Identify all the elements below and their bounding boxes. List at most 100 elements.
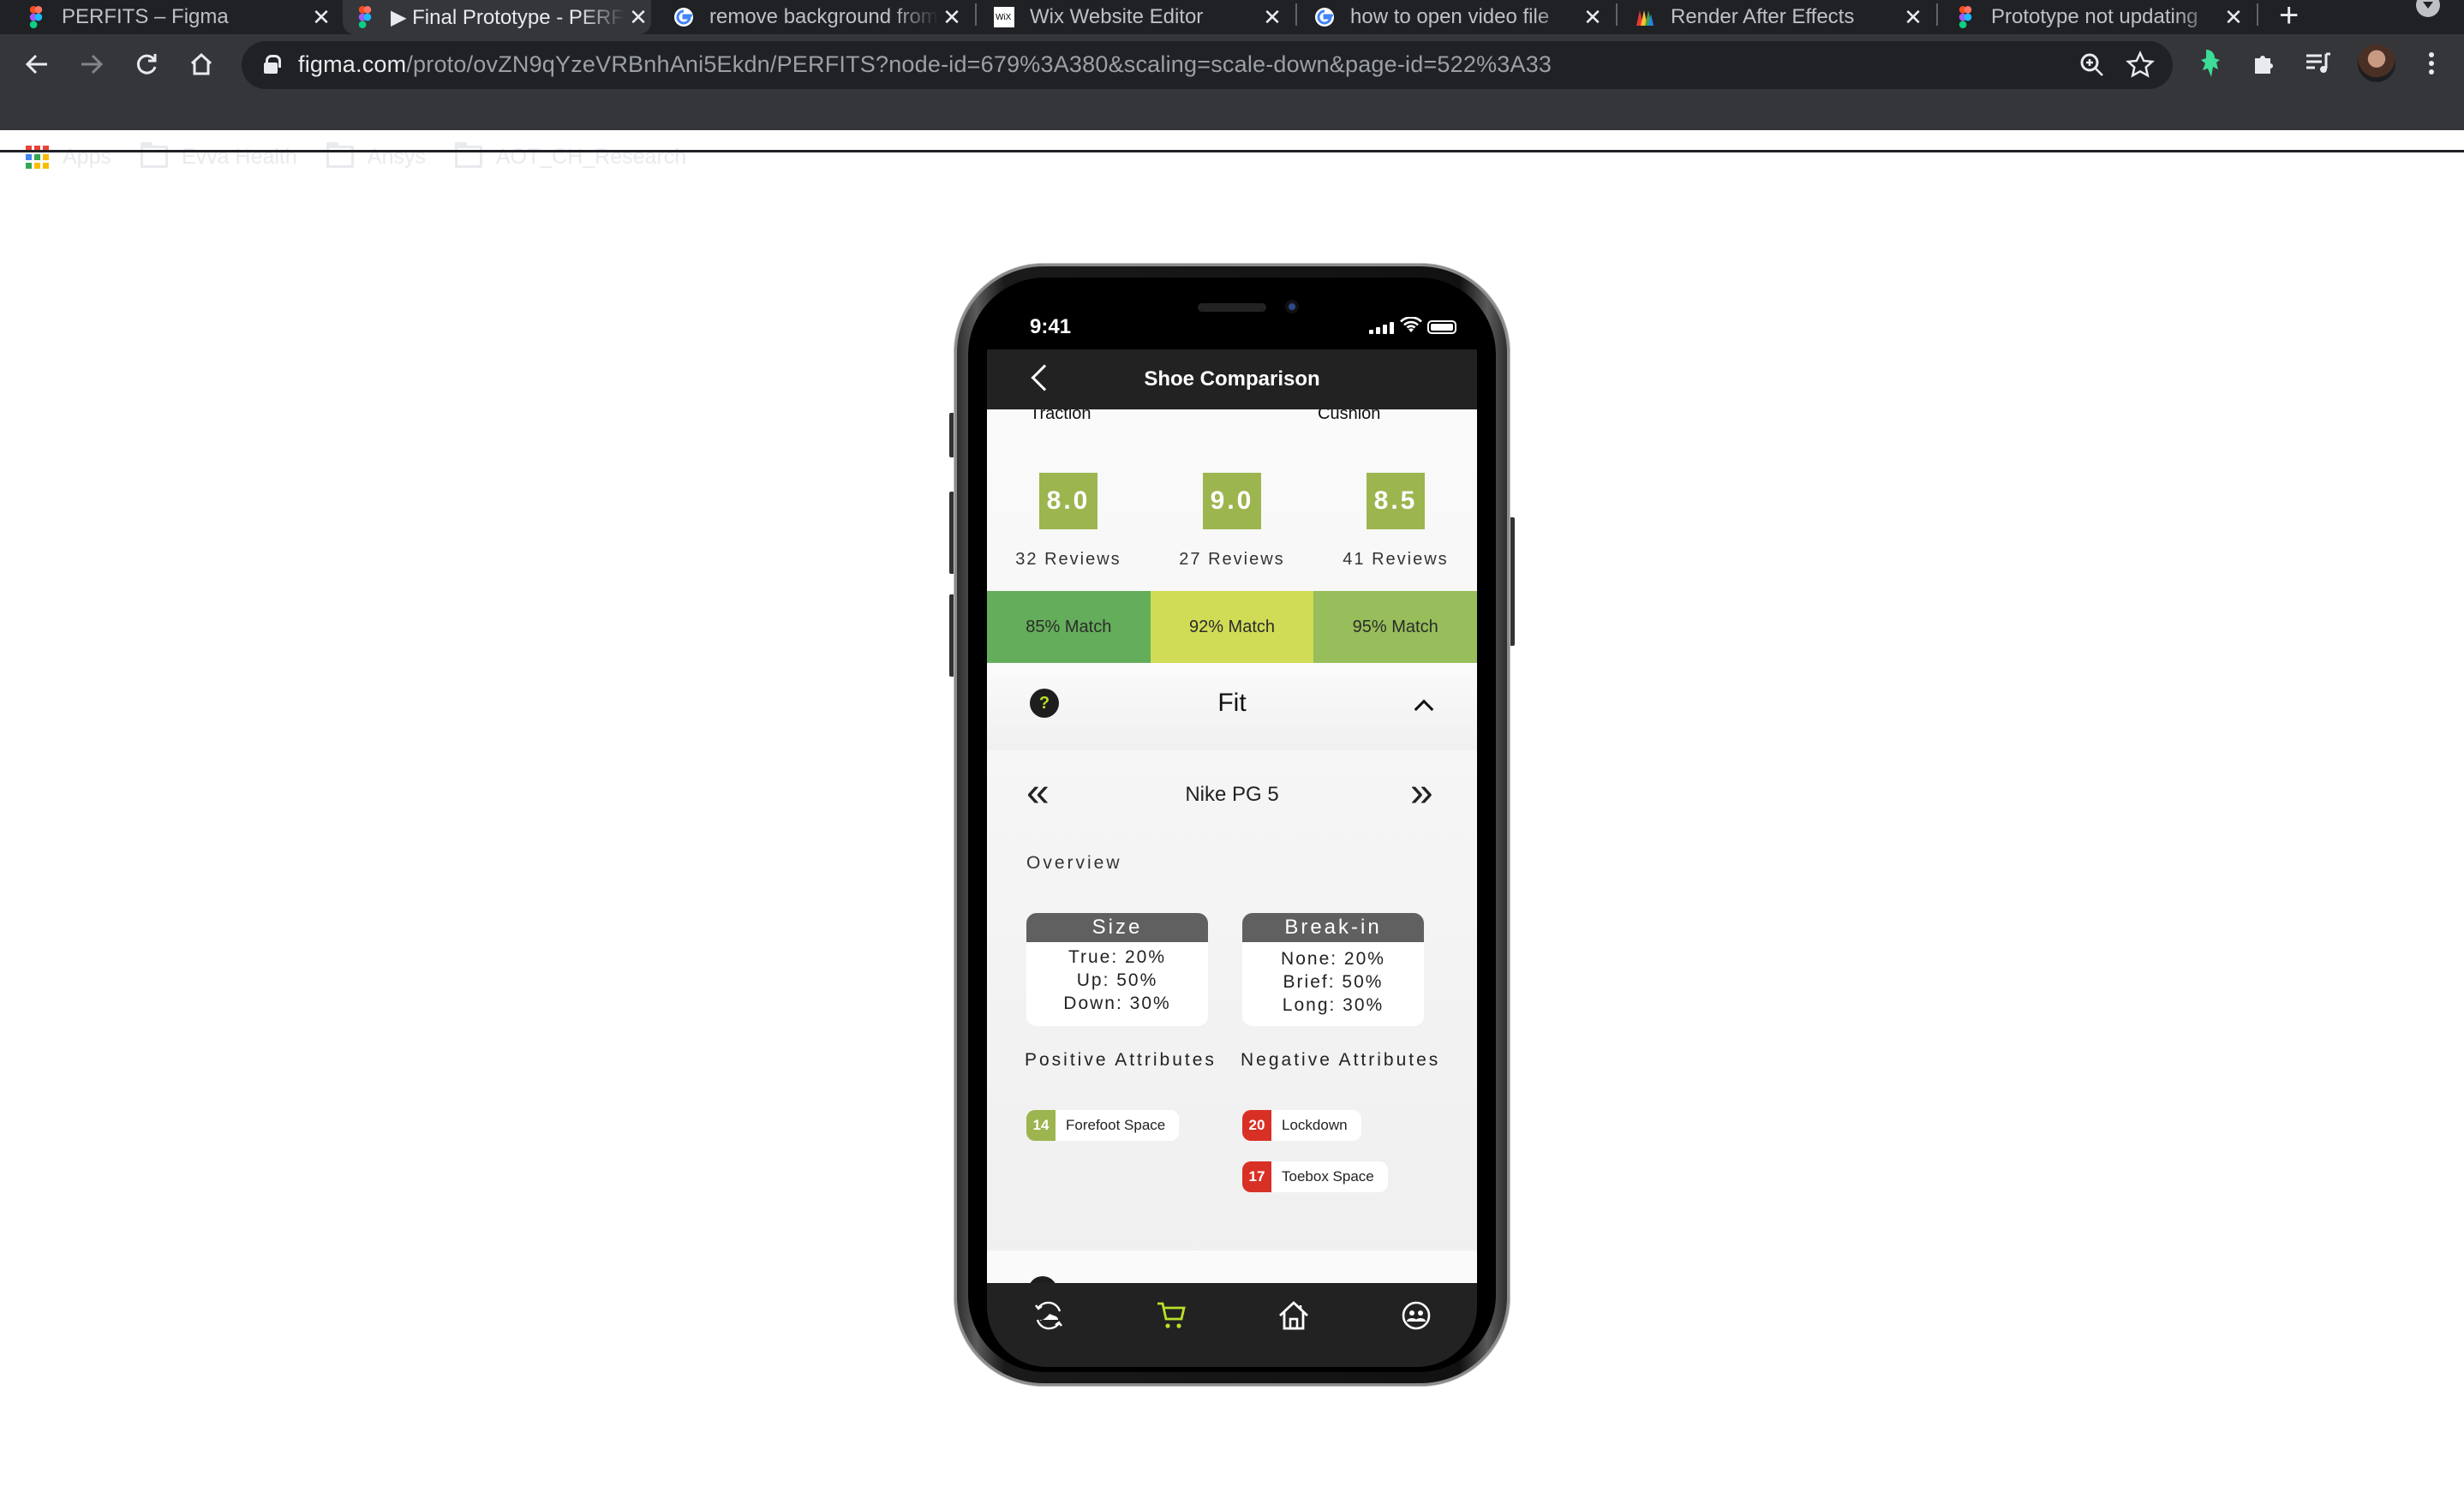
tab-prototype-not-updating[interactable]: Prototype not updating ✕ — [1955, 0, 2246, 34]
wix-icon: WiX — [994, 7, 1014, 27]
attribute-chip-negative[interactable]: 17 Toebox Space — [1242, 1161, 1388, 1192]
size-line: Down: 30% — [1063, 994, 1171, 1013]
attribute-count: 17 — [1242, 1161, 1271, 1192]
tab-perfits-figma[interactable]: PERFITS – Figma ✕ — [26, 0, 334, 34]
attribute-count: 14 — [1026, 1110, 1056, 1141]
tab-search-button[interactable] — [2416, 0, 2440, 17]
break-in-line: Brief: 50% — [1283, 972, 1384, 992]
score-badge: 8.0 — [1039, 473, 1097, 529]
bottom-navigation — [987, 1283, 1477, 1367]
bookmark-ansys[interactable]: Ansys — [326, 142, 426, 170]
bookmark-label: Evva Health — [181, 144, 297, 169]
speaker-grille — [1198, 303, 1266, 312]
phone-power-button — [1510, 517, 1515, 646]
tab-wix-editor[interactable]: WiX Wix Website Editor ✕ — [994, 0, 1285, 34]
kebab-menu-icon — [2429, 52, 2434, 75]
tab-title: Wix Website Editor — [1030, 5, 1204, 28]
fit-section-header[interactable]: ? Fit — [987, 663, 1477, 750]
tab-divider — [2257, 3, 2258, 26]
attribute-label: Toebox Space — [1282, 1168, 1374, 1185]
new-tab-button[interactable]: + — [2279, 0, 2299, 35]
figma-icon — [358, 6, 372, 28]
lock-icon — [264, 55, 281, 74]
tab-open-video-file[interactable]: how to open video file ✕ — [1314, 0, 1606, 34]
break-in-line: None: 20% — [1281, 949, 1385, 969]
community-icon[interactable] — [1399, 1298, 1433, 1333]
status-time: 9:41 — [1030, 315, 1072, 338]
negative-attributes-label: Negative Attributes — [1241, 1050, 1441, 1070]
extensions-button[interactable] — [2246, 46, 2281, 81]
comparison-section-header[interactable]: Comparison — [987, 1250, 1477, 1283]
reload-icon — [136, 54, 157, 75]
shoe-compare-icon[interactable] — [1032, 1298, 1066, 1333]
attribute-chip-negative[interactable]: 20 Lockdown — [1242, 1110, 1361, 1141]
bookmark-label: AOT_CH_Research — [495, 144, 687, 169]
back-chevron-icon[interactable] — [1031, 364, 1058, 391]
tab-final-prototype[interactable]: ▶ Final Prototype - PERFITS ✕ — [343, 0, 651, 34]
puzzle-icon — [2255, 56, 2273, 74]
close-tab-icon[interactable]: ✕ — [308, 4, 334, 31]
wifi-icon — [1400, 317, 1422, 332]
back-button[interactable] — [15, 43, 58, 86]
zoom-icon[interactable] — [2077, 50, 2108, 81]
forward-button[interactable] — [70, 43, 113, 86]
overview-label: Overview — [1026, 853, 1122, 873]
size-line: Up: 50% — [1076, 970, 1158, 990]
close-tab-icon[interactable]: ✕ — [1900, 4, 1926, 31]
break-in-line: Long: 30% — [1282, 995, 1385, 1015]
score-badge: 8.5 — [1367, 473, 1425, 529]
comparison-content[interactable]: Traction Cushion 8.0 9.0 8.5 32 Reviews … — [987, 409, 1477, 1283]
break-in-card: Break-in None: 20% Brief: 50% Long: 30% — [1242, 913, 1424, 1026]
battery-icon — [1427, 320, 1456, 334]
playlist-music-icon — [2306, 52, 2330, 73]
reload-button[interactable] — [125, 43, 168, 86]
bookmark-aot-ch-research[interactable]: AOT_CH_Research — [454, 142, 687, 170]
close-tab-icon[interactable]: ✕ — [1580, 4, 1606, 31]
next-shoe-icon[interactable]: » — [1410, 773, 1433, 814]
toolbar-divider — [0, 150, 2464, 152]
tab-strip: PERFITS – Figma ✕ ▶ Final Prototype - PE… — [0, 0, 2464, 34]
close-tab-icon[interactable]: ✕ — [1259, 4, 1285, 31]
match-percentage: 85% Match — [987, 591, 1151, 663]
review-count[interactable]: 41 Reviews — [1314, 550, 1477, 570]
front-camera — [1285, 300, 1299, 313]
browser-menu-button[interactable] — [2414, 46, 2449, 81]
shoe-name: Nike PG 5 — [1185, 783, 1279, 806]
arrow-right-icon — [81, 54, 104, 75]
tab-title: Render After Effects — [1671, 5, 1855, 28]
category-label-cushion: Cushion — [1318, 409, 1381, 423]
attribute-chip-positive[interactable]: 14 Forefoot Space — [1026, 1110, 1180, 1141]
bookmark-star-icon[interactable] — [2125, 50, 2156, 81]
review-count[interactable]: 32 Reviews — [987, 550, 1150, 570]
review-count[interactable]: 27 Reviews — [1151, 550, 1313, 570]
bookmark-apps[interactable]: Apps — [26, 145, 111, 170]
shoe-carousel: « Nike PG 5 » — [987, 769, 1477, 821]
cart-icon[interactable] — [1154, 1298, 1188, 1333]
card-title: Break-in — [1242, 913, 1424, 942]
bookmarks-bar: Apps Evva Health Ansys AOT_CH_Research — [0, 137, 2464, 176]
tab-render-after-effects[interactable]: Render After Effects ✕ — [1635, 0, 1926, 34]
home-icon[interactable] — [1277, 1298, 1311, 1333]
tab-title: Prototype not updating — [1991, 5, 2198, 28]
tab-title: how to open video file — [1350, 5, 1550, 28]
phone-screen: 9:41 Shoe Comparison Traction Cushion 8.… — [987, 281, 1477, 1367]
url-text[interactable]: figma.com/proto/ovZN9qYzeVRBnhAni5Ekdn/P… — [298, 51, 1552, 78]
profile-avatar[interactable] — [2358, 45, 2395, 82]
apps-grid-icon — [26, 145, 49, 169]
app-header: Shoe Comparison — [987, 349, 1477, 409]
folder-icon — [454, 142, 482, 168]
home-button[interactable] — [180, 43, 223, 86]
close-tab-icon[interactable]: ✕ — [625, 4, 651, 31]
tab-divider — [1295, 3, 1297, 26]
tab-remove-background[interactable]: remove background from ✕ — [673, 0, 965, 34]
bookmark-label: Apps — [63, 144, 111, 169]
extension-ghost-button[interactable] — [2193, 46, 2228, 81]
close-tab-icon[interactable]: ✕ — [939, 4, 965, 31]
bookmark-evva-health[interactable]: Evva Health — [140, 142, 297, 170]
close-tab-icon[interactable]: ✕ — [2221, 4, 2246, 31]
media-control-button[interactable] — [2301, 46, 2335, 81]
tab-title: ▶ Final Prototype - PERFITS — [391, 5, 625, 29]
section-title: Fit — [1217, 689, 1247, 717]
tab-divider — [975, 3, 977, 26]
address-bar[interactable]: figma.com/proto/ovZN9qYzeVRBnhAni5Ekdn/P… — [242, 41, 2173, 89]
